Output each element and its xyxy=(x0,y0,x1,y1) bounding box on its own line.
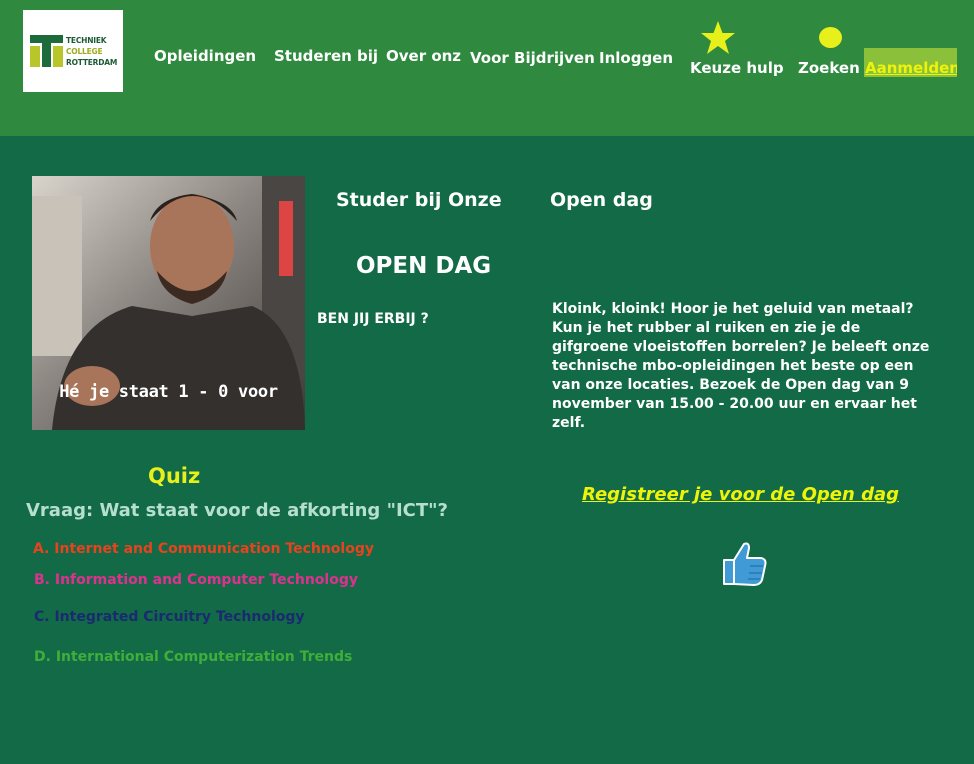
nav-studeren-bij[interactable]: Studeren bij xyxy=(274,47,378,65)
nav-voor-bedrijven[interactable]: Voor Bijdrijven xyxy=(470,49,595,67)
quiz-question: Vraag: Wat staat voor de afkorting "ICT"… xyxy=(26,500,448,521)
logo-text: TECHNIEK COLLEGE ROTTERDAM xyxy=(66,36,118,67)
hero-image: Hé je staat 1 - 0 voor xyxy=(32,176,305,430)
nav-over-ons[interactable]: Over onz xyxy=(386,47,461,65)
nav-opleidingen[interactable]: Opleidingen xyxy=(154,47,256,65)
nav-zoeken[interactable]: Zoeken xyxy=(798,59,860,77)
quiz-answer-a[interactable]: A. Internet and Communication Technology xyxy=(33,541,374,557)
aanmelden-button[interactable]: Aanmelden xyxy=(864,48,957,77)
register-open-dag-link[interactable]: Registreer je voor de Open dag xyxy=(582,484,899,505)
circle-icon[interactable] xyxy=(819,27,842,48)
quiz-answer-c[interactable]: C. Integrated Circuitry Technology xyxy=(34,609,305,625)
star-icon[interactable] xyxy=(700,20,736,56)
site-header: TECHNIEK COLLEGE ROTTERDAM Opleidingen S… xyxy=(0,0,974,136)
logo[interactable]: TECHNIEK COLLEGE ROTTERDAM xyxy=(23,10,123,92)
logo-mark-icon xyxy=(30,35,63,67)
hero-caption: Hé je staat 1 - 0 voor xyxy=(59,382,278,402)
nav-inloggen[interactable]: Inloggen xyxy=(599,49,673,67)
open-dag-description: Kloink, kloink! Hoor je het geluid van m… xyxy=(552,301,930,431)
heading-open-dag: Open dag xyxy=(550,189,653,211)
nav-keuze-hulp[interactable]: Keuze hulp xyxy=(690,59,784,77)
open-dag-title: OPEN DAG xyxy=(356,253,492,279)
thumbs-up-icon[interactable] xyxy=(718,538,768,588)
quiz-answer-b[interactable]: B. Information and Computer Technology xyxy=(34,572,358,588)
quiz-answer-d[interactable]: D. International Computerization Trends xyxy=(34,649,352,665)
quiz-title: Quiz xyxy=(148,464,201,488)
heading-studer-bij-onze: Studer bij Onze xyxy=(336,189,502,211)
ben-jij-erbij: BEN JIJ ERBIJ ? xyxy=(317,311,429,327)
